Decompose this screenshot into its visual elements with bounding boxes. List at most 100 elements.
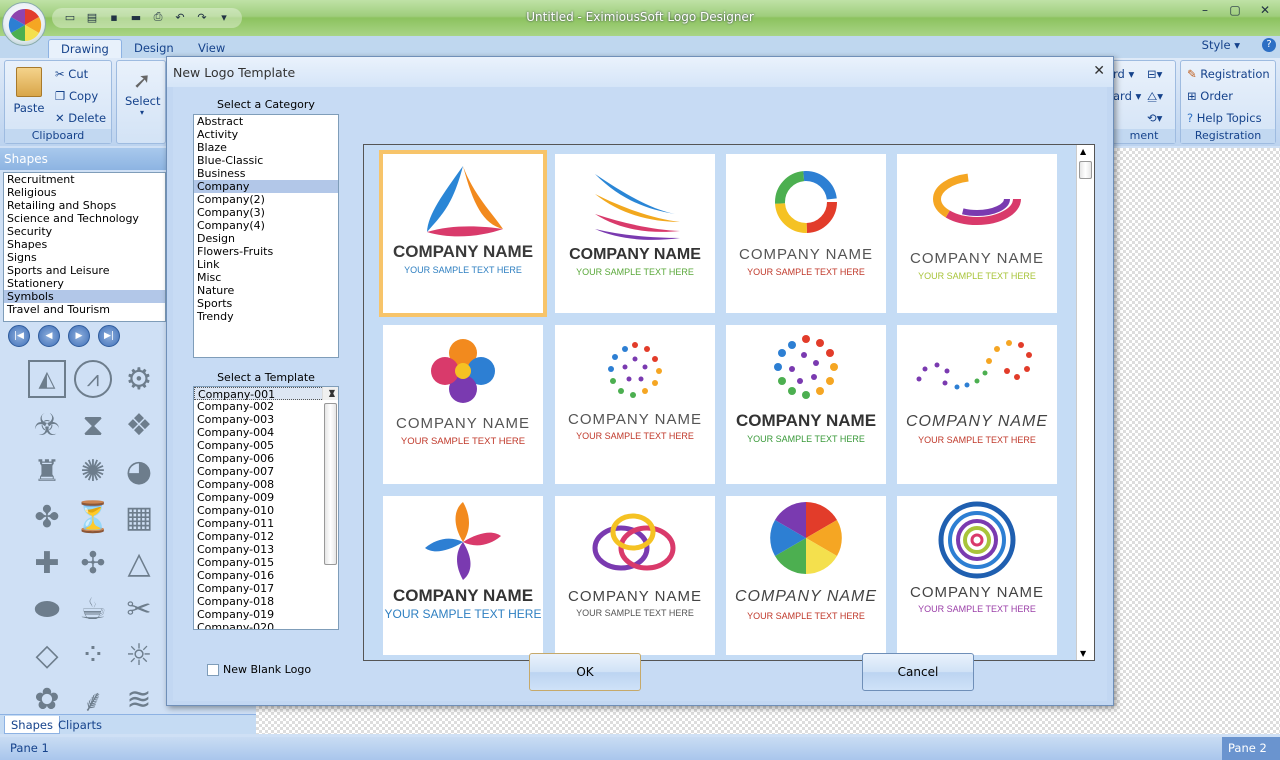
list-item-selected[interactable]: Company-001	[194, 387, 338, 401]
shape-item[interactable]: ⏳	[74, 498, 112, 536]
new-icon[interactable]: ▭	[60, 8, 80, 26]
minimize-icon[interactable]: –	[1190, 0, 1220, 20]
shape-item[interactable]: ✤	[28, 498, 66, 536]
shape-item[interactable]: ✺	[74, 452, 112, 490]
select-button[interactable]: ➚ Select ▾	[125, 69, 160, 117]
template-gallery[interactable]: COMPANY NAME YOUR SAMPLE TEXT HERE COMPA…	[363, 144, 1095, 661]
shape-item[interactable]: ⧗	[74, 406, 112, 444]
redo-icon[interactable]: ↷	[192, 8, 212, 26]
shape-item[interactable]: ✣	[74, 544, 112, 582]
ok-button[interactable]: OK	[529, 653, 641, 691]
shape-item[interactable]: ✿	[28, 680, 66, 715]
shape-item[interactable]: △	[120, 544, 158, 582]
save-icon[interactable]: ▪	[104, 8, 124, 26]
list-item[interactable]: Company-017	[194, 582, 338, 595]
shape-item[interactable]: ⬬	[28, 590, 66, 628]
shape-item[interactable]: ♜	[28, 452, 66, 490]
template-list[interactable]: Company-001 Company-002 Company-003 Comp…	[193, 386, 339, 630]
list-item[interactable]: Security	[4, 225, 165, 238]
list-item[interactable]: Science and Technology	[4, 212, 165, 225]
list-item[interactable]: Company-009	[194, 491, 338, 504]
tab-cliparts[interactable]: Cliparts	[52, 716, 108, 734]
list-item[interactable]: Company-016	[194, 569, 338, 582]
list-item[interactable]: Company(3)	[194, 206, 338, 219]
logo-template-card[interactable]: COMPANY NAME YOUR SAMPLE TEXT HERE	[897, 496, 1057, 655]
checkbox-box[interactable]	[207, 663, 219, 676]
logo-template-card[interactable]: COMPANY NAME YOUR SAMPLE TEXT HERE	[726, 496, 886, 655]
prev-page-icon[interactable]: ◀	[38, 325, 60, 347]
list-item[interactable]: Company-007	[194, 465, 338, 478]
open-icon[interactable]: ▤	[82, 8, 102, 26]
logo-template-card[interactable]: COMPANY NAME YOUR SAMPLE TEXT HERE	[897, 325, 1057, 484]
shape-item[interactable]: ▦	[120, 498, 158, 536]
logo-template-card[interactable]: COMPANY NAME YOUR SAMPLE TEXT HERE	[726, 325, 886, 484]
list-item[interactable]: Trendy	[194, 310, 338, 323]
shape-category-list[interactable]: Recruitment Religious Retailing and Shop…	[3, 172, 166, 322]
save-as-icon[interactable]: ▬	[126, 8, 146, 26]
list-item[interactable]: Company-005	[194, 439, 338, 452]
first-page-icon[interactable]: |◀	[8, 325, 30, 347]
help-topics-button[interactable]: ? Help Topics	[1187, 111, 1262, 125]
list-item[interactable]: Signs	[4, 251, 165, 264]
logo-template-card[interactable]: COMPANY NAME YOUR SAMPLE TEXT HERE	[726, 154, 886, 313]
shape-item[interactable]: ≋	[120, 680, 158, 715]
dialog-close-icon[interactable]: ✕	[1093, 63, 1105, 79]
cancel-button[interactable]: Cancel	[862, 653, 974, 691]
list-item[interactable]: Company(4)	[194, 219, 338, 232]
flip-icon[interactable]: ⧋▾	[1147, 89, 1163, 104]
new-blank-logo-checkbox[interactable]: New Blank Logo	[207, 663, 311, 676]
ard-dropdown[interactable]: ard ▾	[1113, 89, 1141, 103]
shape-item[interactable]: ☕	[74, 590, 112, 628]
list-item[interactable]: Retailing and Shops	[4, 199, 165, 212]
application-button[interactable]	[2, 2, 46, 46]
list-item[interactable]: Company-004	[194, 426, 338, 439]
list-item[interactable]: Company-012	[194, 530, 338, 543]
gallery-scrollbar[interactable]: ▲ ▼	[1076, 145, 1094, 660]
shape-item[interactable]: ⩘	[74, 360, 112, 398]
list-item-selected[interactable]: Company	[194, 180, 338, 193]
undo-icon[interactable]: ↶	[170, 8, 190, 26]
list-item[interactable]: Religious	[4, 186, 165, 199]
list-item[interactable]: Company-013	[194, 543, 338, 556]
order-button[interactable]: ⊞ Order	[1187, 89, 1233, 103]
style-menu[interactable]: Style ▾	[1202, 38, 1240, 52]
rd-dropdown[interactable]: rd ▾	[1113, 67, 1134, 81]
tab-drawing[interactable]: Drawing	[48, 39, 122, 58]
logo-template-card[interactable]: COMPANY NAME YOUR SAMPLE TEXT HERE	[897, 154, 1057, 313]
shape-item[interactable]: ◕	[120, 452, 158, 490]
list-item[interactable]: Business	[194, 167, 338, 180]
logo-template-card[interactable]: COMPANY NAME YOUR SAMPLE TEXT HERE	[383, 325, 543, 484]
list-item[interactable]: Company-003	[194, 413, 338, 426]
maximize-icon[interactable]: ▢	[1220, 0, 1250, 20]
next-page-icon[interactable]: ▶	[68, 325, 90, 347]
scroll-down-icon[interactable]: ▼	[323, 387, 338, 400]
list-item[interactable]: Company-008	[194, 478, 338, 491]
shape-item[interactable]: ✚	[28, 544, 66, 582]
shape-item[interactable]: ⁘	[74, 636, 112, 674]
shape-item[interactable]: ◇	[28, 636, 66, 674]
list-item[interactable]: Recruitment	[4, 173, 165, 186]
logo-template-card[interactable]: COMPANY NAME YOUR SAMPLE TEXT HERE	[555, 325, 715, 484]
list-item[interactable]: Company-006	[194, 452, 338, 465]
scroll-down-icon[interactable]: ▼	[1080, 649, 1086, 658]
scroll-thumb[interactable]	[324, 403, 337, 565]
logo-template-card[interactable]: COMPANY NAME YOUR SAMPLE TEXT HERE	[555, 496, 715, 655]
list-item[interactable]: Company-010	[194, 504, 338, 517]
logo-template-card[interactable]: COMPANY NAME YOUR SAMPLE TEXT HERE	[379, 150, 547, 317]
list-item[interactable]: Nature	[194, 284, 338, 297]
rotate-icon[interactable]: ⟲▾	[1147, 111, 1162, 125]
shape-item[interactable]: ⚙	[120, 360, 158, 398]
logo-template-card[interactable]: COMPANY NAME YOUR SAMPLE TEXT HERE	[383, 496, 543, 655]
paste-button[interactable]: Paste	[11, 67, 47, 115]
shape-item[interactable]: ☼	[120, 636, 158, 674]
cut-button[interactable]: ✂ Cut	[55, 67, 88, 81]
last-page-icon[interactable]: ▶|	[98, 325, 120, 347]
shape-item[interactable]: ◭	[28, 360, 66, 398]
close-window-icon[interactable]: ✕	[1250, 0, 1280, 20]
shape-item[interactable]: ❖	[120, 406, 158, 444]
list-item[interactable]: Company-018	[194, 595, 338, 608]
list-item[interactable]: Shapes	[4, 238, 165, 251]
registration-button[interactable]: ✎ Registration	[1187, 67, 1270, 81]
customize-qat-icon[interactable]: ▾	[214, 8, 234, 26]
list-item[interactable]: Blaze	[194, 141, 338, 154]
